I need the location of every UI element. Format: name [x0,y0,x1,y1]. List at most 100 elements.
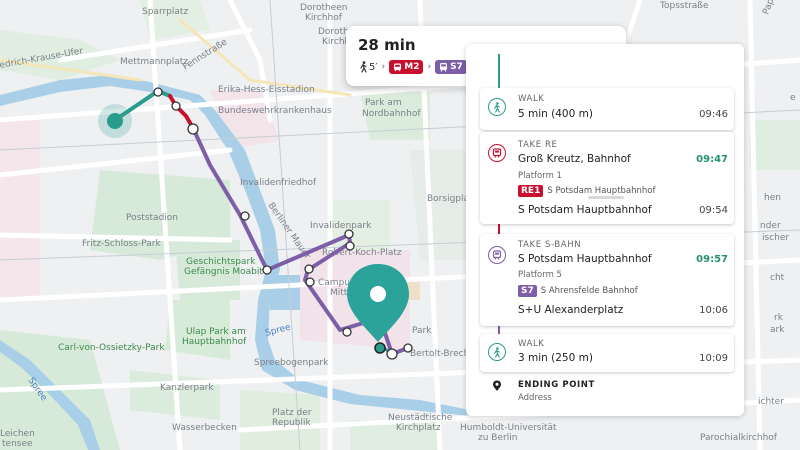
step-title: 5 min (400 m) [518,108,593,120]
step-title: S Potsdam Hauptbahnhof [518,253,652,265]
sbahn-badge: S7 [435,60,467,74]
walk-icon [488,98,506,116]
walk-icon [488,343,506,361]
timeline-walk-line [498,54,500,88]
route-stop[interactable] [344,229,354,239]
step-take-sbahn[interactable]: TAKE S-BAHN S Potsdam Hauptbahnhof 09:57… [480,234,734,326]
chevron-right-icon: › [381,62,386,72]
line-direction-label: S Ahrensfelde Bahnhof [540,286,638,296]
map-label: Sparrplatz [142,7,188,17]
re-line-badge: RE1 [518,185,544,197]
tram-icon [394,63,402,72]
step-platform: Platform 1 [518,171,562,181]
step-time: 09:57 [696,254,728,265]
line-direction: RE1 S Potsdam Hauptbahnhof [518,185,656,197]
map-label: Neustädtische [388,413,453,423]
step-title: 3 min (250 m) [518,352,593,364]
map-label: Wasserbecken [172,423,237,433]
map-label: Platz der [272,408,312,418]
step-take-re[interactable]: TAKE RE Groß Kreutz, Bahnhof 09:47 Platf… [480,132,734,224]
route-stop[interactable] [304,264,314,274]
map-label: Ulap Park am [186,327,246,337]
step-caption: WALK [518,339,545,349]
sbahn-line-label: S7 [450,62,463,72]
step-platform: Platform 5 [518,270,562,280]
walk-icon [360,61,367,73]
drag-handle[interactable] [588,196,624,199]
map-label: Spreebogenpark [254,358,329,368]
tram-icon [488,144,506,162]
step-time: 09:47 [696,154,728,165]
ending-caption: ENDING POINT [518,380,595,390]
step-caption: TAKE RE [518,140,558,150]
trip-duration: 28 min [358,36,416,54]
map-label: hen [764,193,781,203]
map-label: Hauptbahnhof [182,337,247,347]
route-stop[interactable] [187,123,199,135]
step-end-stop: S Potsdam Hauptbahnhof [518,204,652,216]
map-label: nder [760,221,781,231]
step-end-time: 09:54 [699,205,728,216]
map-label: Dorotheen [300,3,347,13]
map-label: Invalidenfriedhof [240,178,317,188]
map-label: e [790,93,796,103]
ending-address: Address [518,393,552,403]
route-stop[interactable] [240,211,250,221]
tram-line-label: M2 [404,62,420,72]
step-time: 09:46 [699,109,728,120]
map-label: rk [774,313,784,323]
ending-point[interactable]: ENDING POINT Address [480,377,734,411]
line-direction: S7 S Ahrensfelde Bahnhof [518,285,638,297]
sbahn-line-badge: S7 [518,285,537,297]
map-label: Gefängnis Moabit [184,267,263,277]
map-label: Poststadion [126,213,178,223]
map-label: Bundeswehrkrankenhaus [218,106,332,116]
step-caption: TAKE S-BAHN [518,240,582,250]
chevron-right-icon: › [427,62,432,72]
route-stop[interactable] [403,343,413,353]
map-label: ark [770,325,785,335]
itinerary-panel[interactable]: WALK 5 min (400 m) 09:46 TAKE RE Groß Kr… [466,44,744,416]
start-point-marker[interactable] [107,113,123,129]
map-label: tensee [2,439,33,449]
map-label: Kirchplatz [396,423,441,433]
map-label: Nordbahnhof [362,109,421,119]
location-pin-icon [493,380,501,391]
map-label: cht [770,273,785,283]
map-label: Humboldt-Universität [460,423,557,433]
train-icon [440,63,448,72]
step-title: Groß Kreutz, Bahnhof [518,153,631,165]
leg-walk-start-duration: 5′ [369,61,378,73]
step-walk-start[interactable]: WALK 5 min (400 m) 09:46 [480,88,734,130]
map-label: Mettmannplatz [120,57,188,67]
map-label: Erika-Hess-Eisstadion [218,85,315,95]
map-label: Invalidenpark [310,221,372,231]
map-label: Kanzlerpark [160,383,214,393]
map-label: Carl-von-Ossietzky-Park [58,343,165,353]
map-label: Kirchhof [305,13,343,23]
route-stop[interactable] [153,87,163,97]
step-caption: WALK [518,94,545,104]
map-label: ichter [758,397,784,407]
map-label: Park am [365,98,402,108]
route-stop[interactable] [262,265,272,275]
destination-point [374,342,386,354]
map-label: ischer [762,233,789,243]
step-time: 10:09 [699,353,728,364]
map-label: Leichen [0,429,35,439]
map-label: Park [412,326,432,336]
map-label: Topsstraße [659,1,709,11]
route-stop[interactable] [345,241,355,251]
map-label: Republik [272,418,312,428]
route-stop[interactable] [171,101,181,111]
step-walk-end[interactable]: WALK 3 min (250 m) 10:09 [480,334,734,372]
train-icon [488,246,506,264]
tram-badge: M2 [389,60,424,74]
map-label: Geschichtspark [186,257,256,267]
route-stop[interactable] [342,327,352,337]
route-stop[interactable] [305,277,315,287]
line-direction-label: S Potsdam Hauptbahnhof [547,186,656,196]
route-stop[interactable] [386,348,398,360]
map-label: Parochialkirchhof [700,433,778,443]
step-end-time: 10:06 [699,305,728,316]
